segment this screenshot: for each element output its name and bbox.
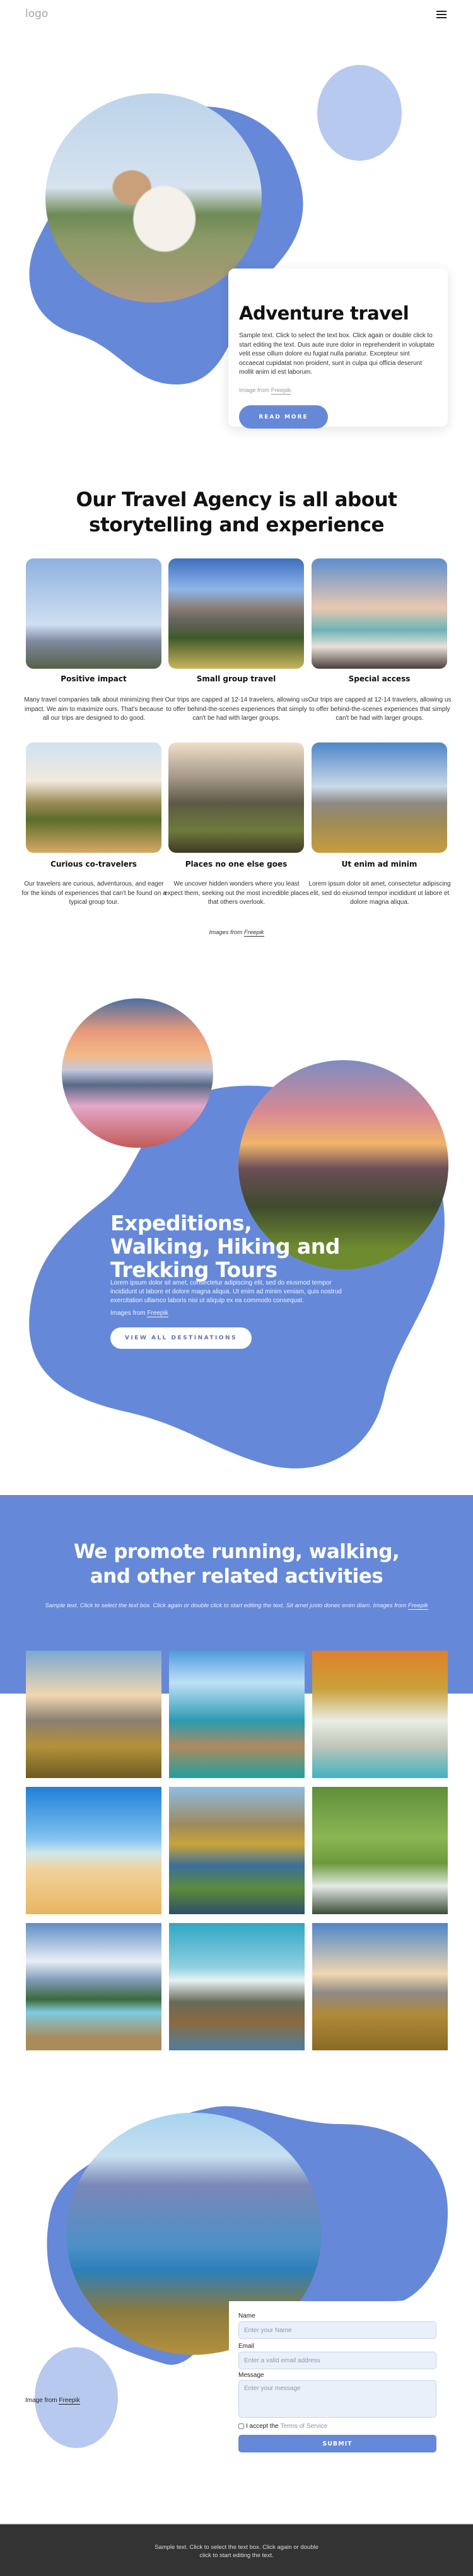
feature-image [26, 742, 161, 853]
promote-title: We promote running, walking, and other r… [0, 1540, 473, 1589]
hamburger-line [436, 14, 447, 15]
gallery-image[interactable] [169, 1923, 305, 2050]
view-all-destinations-button[interactable]: VIEW ALL DESTINATIONS [110, 1327, 252, 1349]
name-input[interactable] [238, 2321, 436, 2339]
expeditions-title: Expeditions, Walking, Hiking and Trekkin… [110, 1211, 375, 1281]
footer: Sample text. Click to select the text bo… [0, 2523, 473, 2576]
feature-title: Curious co-travelers [50, 860, 137, 869]
feature-text: Our travelers are curious, adventurous, … [21, 881, 166, 906]
logo[interactable]: logo [25, 8, 48, 20]
footer-text: Sample text. Click to select the text bo… [0, 2543, 473, 2560]
promote-subtitle-text: Sample text. Click to select the text bo… [45, 1602, 407, 1609]
feature-image [168, 558, 304, 669]
terms-of-service-link[interactable]: Terms of Service [281, 2423, 327, 2430]
feature-title: Special access [348, 674, 411, 683]
feature-text: Our trips are capped at 12-14 travelers,… [165, 696, 308, 722]
feature-title: Places no one else goes [185, 860, 288, 869]
submit-button[interactable]: SUBMIT [238, 2435, 436, 2452]
feature-text: Many travel companies talk about minimiz… [24, 696, 164, 722]
gallery-image[interactable] [26, 1923, 161, 2050]
gallery-image[interactable] [312, 1923, 448, 2050]
credit-prefix: Image from [25, 2397, 57, 2404]
message-input[interactable] [238, 2380, 436, 2418]
hamburger-line [436, 17, 447, 18]
expedition-photo-fuji [62, 998, 213, 1148]
credit-prefix: Images from [110, 1310, 146, 1317]
image-credit: Images from Freepik [0, 929, 473, 937]
feature-image [312, 558, 447, 669]
gallery-image[interactable] [26, 1651, 161, 1778]
feature-text: Lorem ipsum dolor sit amet, consectetur … [308, 881, 451, 906]
message-label: Message [238, 2372, 264, 2379]
image-credit: Images from Freepik [110, 1310, 168, 1317]
terms-checkbox[interactable] [238, 2423, 244, 2429]
credit-prefix: Image from [239, 387, 270, 394]
hero-text: Sample text. Click to select the text bo… [239, 332, 435, 376]
features-title-line: Our Travel Agency is all about [76, 488, 397, 511]
promote-title-line: and other related activities [90, 1565, 383, 1588]
terms-row: I accept the Terms of Service [238, 2423, 327, 2430]
gallery-image[interactable] [312, 1787, 448, 1914]
feature-image [312, 742, 447, 853]
hamburger-menu-icon[interactable] [436, 11, 447, 18]
feature-image [26, 558, 161, 669]
email-input[interactable] [238, 2352, 436, 2369]
feature-title: Ut enim ad minim [341, 860, 418, 869]
freepik-link[interactable]: Freepik [407, 1602, 428, 1610]
email-label: Email [238, 2343, 255, 2350]
footer-text-line: click to start editing the text. [199, 2552, 274, 2559]
name-label: Name [238, 2313, 255, 2319]
features-title: Our Travel Agency is all about storytell… [0, 487, 473, 538]
feature-image [168, 742, 304, 853]
promote-subtitle: Sample text. Click to select the text bo… [0, 1602, 473, 1610]
terms-prefix: I accept the [246, 2423, 279, 2430]
freepik-link[interactable]: Freepik [59, 2397, 80, 2405]
feature-text: Our trips are capped at 12-14 travelers,… [308, 696, 452, 722]
expeditions-title-line: Trekking Tours [110, 1257, 277, 1282]
expeditions-title-line: Expeditions, [110, 1211, 252, 1235]
hero-card: Adventure travel Sample text. Click to s… [228, 269, 448, 429]
freepik-link[interactable]: Freepik [271, 387, 291, 395]
hero-title: Adventure travel [239, 303, 409, 324]
freepik-link[interactable]: Freepik [147, 1310, 168, 1317]
contact-form: Name Email Message I accept the Terms of… [229, 2301, 448, 2490]
freepik-link[interactable]: Freepik [243, 929, 264, 937]
expeditions-text: Lorem ipsum dolor sit amet, consectetur … [110, 1279, 342, 1304]
gallery-image[interactable] [26, 1787, 161, 1914]
expeditions-title-line: Walking, Hiking and [110, 1234, 340, 1259]
gallery-image[interactable] [312, 1651, 448, 1778]
feature-text: We uncover hidden wonders where you leas… [164, 881, 309, 906]
gallery-image[interactable] [169, 1651, 305, 1778]
feature-title: Positive impact [61, 674, 127, 683]
features-title-line: storytelling and experience [89, 514, 384, 536]
read-more-button[interactable]: READ MORE [239, 405, 328, 429]
footer-text-line: Sample text. Click to select the text bo… [155, 2544, 318, 2551]
promote-title-line: We promote running, walking, [73, 1540, 400, 1563]
credit-prefix: Images from [209, 929, 243, 936]
image-credit: Image from Freepik [25, 2397, 80, 2405]
hamburger-line [436, 11, 447, 12]
gallery-image[interactable] [169, 1787, 305, 1914]
image-credit: Image from Freepik [239, 387, 291, 395]
feature-title: Small group travel [196, 674, 276, 683]
